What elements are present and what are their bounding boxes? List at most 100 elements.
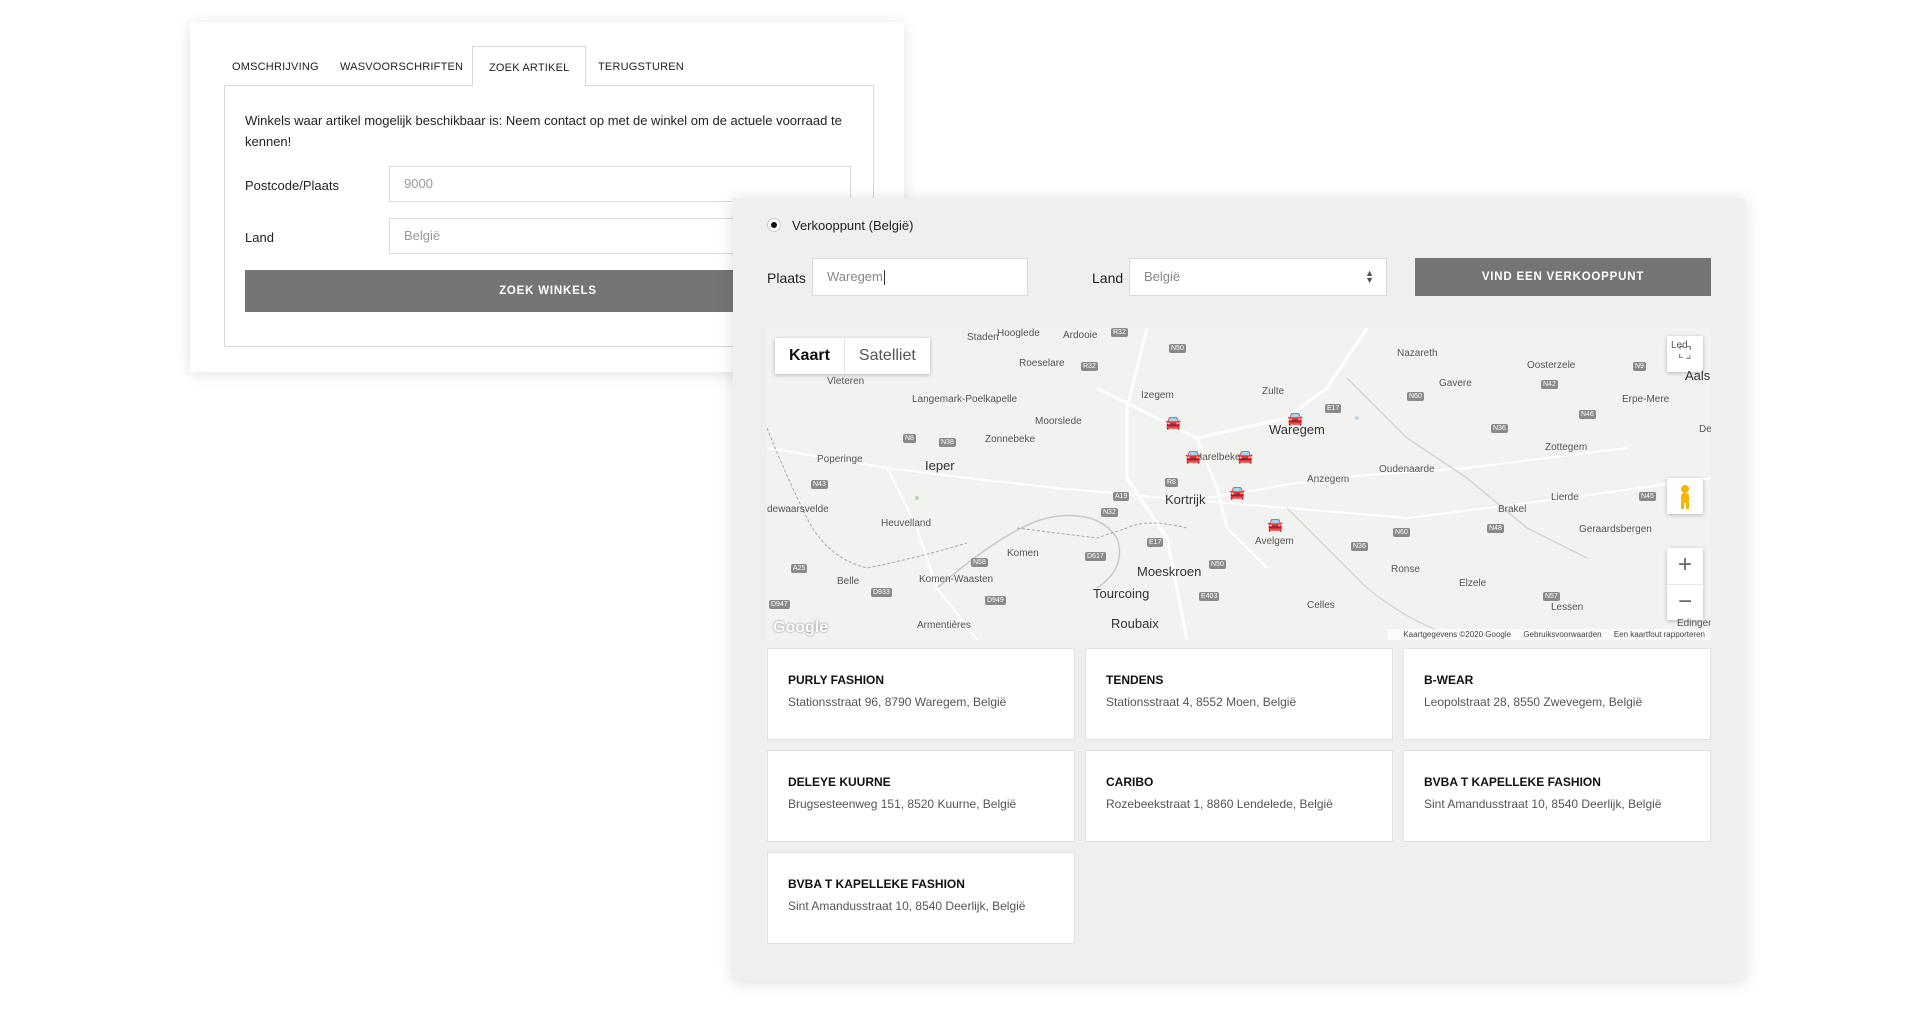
map-city-label: Zonnebeke xyxy=(985,434,1036,445)
map-city-label: Izegem xyxy=(1141,390,1174,401)
plaats-label: Plaats xyxy=(767,270,806,286)
map-city-label: Elzele xyxy=(1459,578,1487,589)
plaats-input-value: Waregem xyxy=(827,269,883,284)
road-shield: D933 xyxy=(871,588,892,597)
product-tabs: OMSCHRIJVING WASVOORSCHRIFTEN ZOEK ARTIK… xyxy=(224,46,870,87)
verkooppunt-radio-label: Verkooppunt (België) xyxy=(792,218,914,233)
store-card[interactable]: PURLY FASHION Stationsstraat 96, 8790 Wa… xyxy=(767,648,1075,740)
map-city-label: Langemark-Poelkapelle xyxy=(912,394,1018,405)
road-shield: E17 xyxy=(1147,538,1164,547)
store-address: Rozebeekstraat 1, 8860 Lendelede, België xyxy=(1106,797,1333,811)
store-marker-icon[interactable]: 🚘 xyxy=(1165,416,1181,429)
text-caret xyxy=(883,270,885,286)
map-view-satelliet[interactable]: Satelliet xyxy=(845,338,930,374)
map-city-label: Kortrijk xyxy=(1165,492,1206,507)
road-shield: N43 xyxy=(811,480,828,489)
map-city-label: Edingen xyxy=(1677,618,1711,629)
road-shield: N60 xyxy=(1393,528,1410,537)
map-city-label: Avelgem xyxy=(1255,536,1294,547)
map-city-label: Lessen xyxy=(1551,602,1584,613)
map-city-label: Roubaix xyxy=(1111,616,1159,631)
map-city-label: Poperinge xyxy=(817,454,863,465)
store-marker-icon[interactable]: 🚘 xyxy=(1237,450,1253,463)
map-attribution: Kaartgegevens ©2020 Google xyxy=(1403,630,1512,639)
store-card[interactable]: B-WEAR Leopolstraat 28, 8550 Zwevegem, B… xyxy=(1403,648,1711,740)
road-shield: R32 xyxy=(1111,328,1128,337)
map-city-label: Heuvelland xyxy=(881,518,932,529)
store-card[interactable]: CARIBO Rozebeekstraat 1, 8860 Lendelede,… xyxy=(1085,750,1393,842)
store-marker-icon[interactable]: 🚘 xyxy=(1267,518,1283,531)
road-shield: N50 xyxy=(1209,560,1226,569)
store-name: BVBA T KAPELLEKE FASHION xyxy=(788,877,965,891)
tab-terugsturen[interactable]: TERUGSTUREN xyxy=(598,46,684,86)
store-map[interactable]: Kaart Satelliet ⛶ + − Staden Hooglede Ar… xyxy=(767,328,1711,640)
map-city-label: Moorslede xyxy=(1035,416,1082,427)
road-shield: R32 xyxy=(1081,362,1098,371)
availability-description: Winkels waar artikel mogelijk beschikbaa… xyxy=(245,113,842,149)
report-error-link[interactable]: Een kaartfout rapporteren xyxy=(1614,630,1705,639)
map-type-toggle: Kaart Satelliet xyxy=(775,338,930,374)
map-city-label: dewaarsvelde xyxy=(767,504,829,515)
road-shield: N60 xyxy=(1407,392,1424,401)
map-city-label: Gavere xyxy=(1439,378,1472,389)
street-view-pegman-icon[interactable] xyxy=(1667,478,1703,514)
terms-link[interactable]: Gebruiksvoorwaarden xyxy=(1523,630,1601,639)
road-shield: N36 xyxy=(1491,424,1508,433)
plaats-input[interactable]: Waregem xyxy=(812,258,1028,296)
map-city-label: Den xyxy=(1699,424,1711,435)
store-marker-icon[interactable]: 🚘 xyxy=(1287,412,1303,425)
road-shield: N46 xyxy=(1579,410,1596,419)
map-city-label: Zottegem xyxy=(1545,442,1588,453)
map-city-label: Ardooie xyxy=(1063,330,1098,341)
map-city-label: Lierde xyxy=(1551,492,1579,503)
road-shield: A25 xyxy=(791,564,808,573)
store-card[interactable]: DELEYE KUURNE Brugsesteenweg 151, 8520 K… xyxy=(767,750,1075,842)
store-address: Stationsstraat 96, 8790 Waregem, België xyxy=(788,695,1007,709)
road-shield: A19 xyxy=(1113,492,1130,501)
store-card[interactable]: TENDENS Stationsstraat 4, 8552 Moen, Bel… xyxy=(1085,648,1393,740)
road-shield: N48 xyxy=(1487,524,1504,533)
store-address: Sint Amandusstraat 10, 8540 Deerlijk, Be… xyxy=(788,899,1026,913)
store-card[interactable]: BVBA T KAPELLEKE FASHION Sint Amandusstr… xyxy=(1403,750,1711,842)
map-city-label: Belle xyxy=(837,576,860,587)
store-address: Stationsstraat 4, 8552 Moen, België xyxy=(1106,695,1297,709)
zoom-in-icon[interactable]: + xyxy=(1667,548,1703,585)
postcode-input[interactable]: 9000 xyxy=(389,166,851,202)
zoom-out-icon[interactable]: − xyxy=(1667,585,1703,621)
map-city-label: Ieper xyxy=(925,458,955,473)
land-select-value: België xyxy=(1144,269,1181,284)
map-roads xyxy=(767,328,1711,640)
store-name: DELEYE KUURNE xyxy=(788,775,891,789)
road-shield: N32 xyxy=(1101,508,1118,517)
store-address: Brugsesteenweg 151, 8520 Kuurne, België xyxy=(788,797,1017,811)
map-city-label: Tourcoing xyxy=(1093,586,1150,601)
land-select[interactable]: België ▲ ▼ xyxy=(1129,258,1387,296)
map-city-label: Led xyxy=(1671,340,1688,351)
map-city-label: Staden xyxy=(967,332,999,343)
map-city-label: Komen-Waasten xyxy=(919,574,994,585)
map-view-kaart[interactable]: Kaart xyxy=(775,338,845,374)
road-shield: N45 xyxy=(1639,492,1656,501)
map-city-label: Armentières xyxy=(917,620,971,631)
vind-verkooppunt-button[interactable]: VIND EEN VERKOOPPUNT xyxy=(1415,258,1711,296)
store-marker-icon[interactable]: 🚘 xyxy=(1229,486,1245,499)
tab-zoek-artikel[interactable]: ZOEK ARTIKEL xyxy=(472,46,587,87)
store-locator-card: Verkooppunt (België) Plaats Waregem Land… xyxy=(733,198,1745,980)
tab-omschrijving[interactable]: OMSCHRIJVING xyxy=(232,46,319,86)
zoom-controls: + − xyxy=(1667,548,1703,620)
map-footer: Kaartgegevens ©2020 Google Gebruiksvoorw… xyxy=(1387,629,1711,640)
store-marker-icon[interactable]: 🚘 xyxy=(1185,450,1201,463)
store-card[interactable]: BVBA T KAPELLEKE FASHION Sint Amandusstr… xyxy=(767,852,1075,944)
road-shield: N38 xyxy=(939,438,956,447)
road-shield: R8 xyxy=(1165,478,1178,487)
postcode-label: Postcode/Plaats xyxy=(245,178,339,193)
tab-wasvoorschriften[interactable]: WASVOORSCHRIFTEN xyxy=(340,46,463,86)
map-city-label: Zulte xyxy=(1262,386,1285,397)
map-city-label: Celles xyxy=(1307,600,1335,611)
google-logo: Google xyxy=(773,619,829,636)
road-shield: N57 xyxy=(1543,592,1560,601)
map-city-label: Moeskroen xyxy=(1137,564,1202,579)
verkooppunt-radio[interactable] xyxy=(767,218,781,232)
map-city-label: Oudenaarde xyxy=(1379,464,1435,475)
road-shield: E403 xyxy=(1199,592,1220,601)
